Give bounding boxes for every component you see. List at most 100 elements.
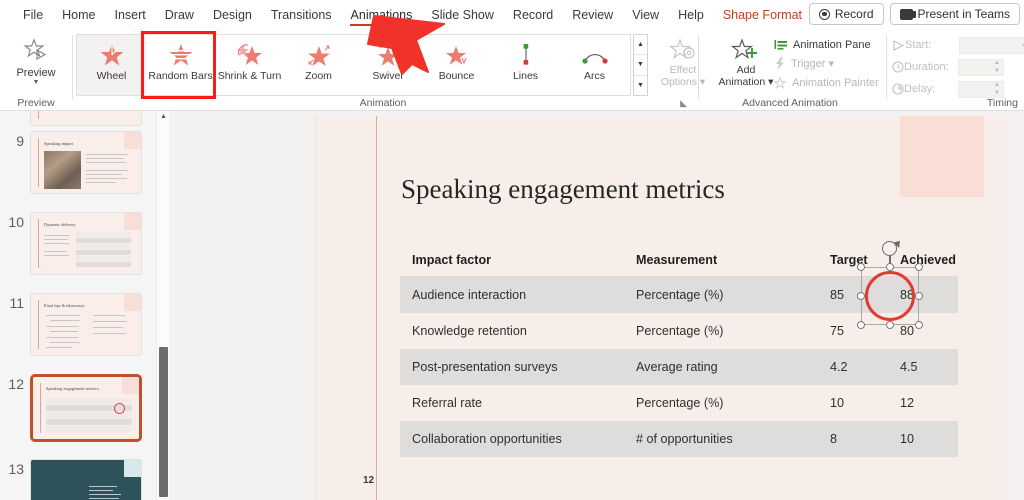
advanced-animation-commands: Animation Pane Trigger ▾ Animation Paint… — [774, 35, 879, 92]
add-animation-label-2: Animation ▾ — [718, 76, 774, 88]
menu-item-transitions[interactable]: Transitions — [262, 5, 341, 25]
bounce-star-icon — [443, 42, 471, 68]
menu-item-animations[interactable]: Animations — [342, 5, 422, 26]
record-button[interactable]: Record — [808, 3, 884, 25]
animation-wheel[interactable]: Wheel — [77, 35, 146, 95]
resize-handle-middle-left[interactable] — [857, 292, 865, 300]
duration-spinner-icon[interactable]: ▲ ▼ — [992, 60, 1002, 75]
slide-title[interactable]: Speaking engagement metrics — [401, 174, 725, 205]
preview-button[interactable]: Preview ▼ — [8, 34, 64, 96]
thumbnail-row[interactable]: 10 Dynamic delivery — [0, 212, 156, 275]
arcs-path-icon — [580, 42, 610, 68]
duration-input[interactable]: ▲ ▼ — [958, 58, 1004, 76]
resize-handle-bottom-left[interactable] — [857, 321, 865, 329]
cell-target: 8 — [818, 421, 888, 457]
menu-item-view[interactable]: View — [623, 5, 668, 25]
record-icon — [818, 8, 830, 20]
scrollbar-thumb[interactable] — [159, 347, 168, 497]
add-animation-button[interactable]: Add Animation ▾ — [714, 34, 778, 88]
cell-impact-factor: Post-presentation surveys — [400, 349, 624, 385]
delay-control[interactable]: Delay: ▲ ▼ — [892, 79, 1004, 99]
preview-star-play-icon — [23, 38, 49, 64]
selected-shape-circle-annotation[interactable] — [857, 241, 923, 329]
trigger-button[interactable]: Trigger ▾ — [774, 54, 879, 73]
animation-pane-button[interactable]: Animation Pane — [774, 35, 879, 54]
animation-lines[interactable]: Lines — [491, 35, 560, 95]
gallery-more-icon[interactable]: ▼ — [634, 76, 647, 95]
delay-value — [959, 83, 962, 94]
ribbon-group-preview: Preview ▼ Preview — [0, 29, 72, 111]
menu-item-slide-show[interactable]: Slide Show — [422, 5, 503, 25]
thumbnail-row[interactable]: 8 — [0, 111, 156, 126]
resize-handle-top-center[interactable] — [886, 263, 894, 271]
resize-handle-bottom-right[interactable] — [915, 321, 923, 329]
menu-item-insert[interactable]: Insert — [106, 5, 155, 25]
animation-lines-label: Lines — [512, 70, 539, 82]
resize-handle-bottom-center[interactable] — [886, 321, 894, 329]
slide-thumbnail-8[interactable] — [30, 111, 142, 126]
cell-impact-factor: Referral rate — [400, 385, 624, 421]
slide-thumbnail-panel[interactable]: 8 9 Speaking impact 10 Dynamic delivery — [0, 111, 156, 500]
cell-measurement: # of opportunities — [624, 421, 818, 457]
animation-random-bars[interactable]: Random Bars — [146, 35, 215, 95]
slide-thumbnail-11[interactable]: Final tips & takeaways — [30, 293, 142, 356]
table-row[interactable]: Referral rate Percentage (%) 10 12 — [400, 385, 958, 421]
resize-handle-top-right[interactable] — [915, 263, 923, 271]
cell-measurement: Average rating — [624, 349, 818, 385]
thumbnail-row[interactable]: 9 Speaking impact — [0, 131, 156, 194]
menu-item-design[interactable]: Design — [204, 5, 261, 25]
gallery-scroll-up-icon[interactable]: ▲ — [634, 35, 647, 56]
table-row[interactable]: Post-presentation surveys Average rating… — [400, 349, 958, 385]
animation-gallery[interactable]: Wheel Random Bars Shrink & Turn Zoom Swi… — [76, 34, 631, 96]
present-in-teams-button[interactable]: Present in Teams — [889, 3, 1020, 25]
start-control[interactable]: Start: ▾ — [892, 35, 1024, 55]
animation-bounce[interactable]: Bounce — [422, 35, 491, 95]
animation-dialog-launcher-icon[interactable]: ◣ — [680, 98, 687, 109]
animation-arcs[interactable]: Arcs — [560, 35, 629, 95]
menu-item-file[interactable]: File — [14, 5, 52, 25]
gallery-scroll-controls[interactable]: ▲ ▼ ▼ — [633, 34, 648, 96]
slide-thumbnail-13[interactable]: Thank you — [30, 459, 142, 500]
thumbnail-row[interactable]: 12 Speaking engagement metrics — [0, 374, 156, 442]
animation-painter-button[interactable]: Animation Painter — [774, 73, 879, 92]
duration-label: Duration: — [904, 61, 949, 73]
preview-group-label: Preview — [17, 97, 55, 109]
thumbnail-row[interactable]: 11 Final tips & takeaways — [0, 293, 156, 356]
start-dropdown[interactable]: ▾ — [959, 36, 1024, 54]
cell-impact-factor: Audience interaction — [400, 276, 624, 313]
slide-thumbnail-10[interactable]: Dynamic delivery — [30, 212, 142, 275]
delay-spinner-icon[interactable]: ▲ ▼ — [992, 82, 1002, 97]
menu-item-record[interactable]: Record — [504, 5, 562, 25]
animation-swivel[interactable]: Swivel — [353, 35, 422, 95]
animation-zoom-label: Zoom — [305, 70, 332, 82]
resize-handle-middle-right[interactable] — [915, 292, 923, 300]
menu-item-draw[interactable]: Draw — [156, 5, 203, 25]
slide-page-number: 12 — [363, 475, 375, 486]
menu-item-help[interactable]: Help — [669, 5, 713, 25]
thumb-annotation-circle — [114, 403, 125, 414]
menu-item-review[interactable]: Review — [563, 5, 622, 25]
menu-item-home[interactable]: Home — [53, 5, 104, 25]
resize-handle-top-left[interactable] — [857, 263, 865, 271]
thumb-corner-block — [124, 294, 141, 311]
delay-input[interactable]: ▲ ▼ — [958, 80, 1004, 98]
red-circle-annotation[interactable] — [865, 271, 915, 321]
animation-shrink-and-turn[interactable]: Shrink & Turn — [215, 35, 284, 95]
menu-item-shape-format[interactable]: Shape Format — [714, 5, 811, 25]
thumbnail-row[interactable]: 13 Thank you — [0, 459, 156, 500]
gallery-scroll-down-icon[interactable]: ▼ — [634, 55, 647, 76]
table-row[interactable]: Collaboration opportunities # of opportu… — [400, 421, 958, 457]
thumbnail-panel-scrollbar[interactable]: ▲ — [156, 111, 169, 500]
rotate-handle[interactable] — [882, 241, 897, 256]
thumb-corner-block — [122, 377, 139, 394]
group-divider — [886, 35, 887, 99]
duration-control[interactable]: Duration: ▲ ▼ — [892, 57, 1004, 77]
trigger-label: Trigger ▾ — [791, 58, 835, 70]
cell-measurement: Percentage (%) — [624, 313, 818, 349]
chevron-down-icon[interactable]: ▼ — [33, 79, 40, 86]
start-chevron-down-icon[interactable]: ▾ — [1019, 38, 1024, 53]
shrink-turn-star-icon — [236, 42, 264, 68]
animation-zoom[interactable]: Zoom — [284, 35, 353, 95]
slide-thumbnail-12[interactable]: Speaking engagement metrics — [30, 374, 142, 442]
slide-thumbnail-9[interactable]: Speaking impact — [30, 131, 142, 194]
